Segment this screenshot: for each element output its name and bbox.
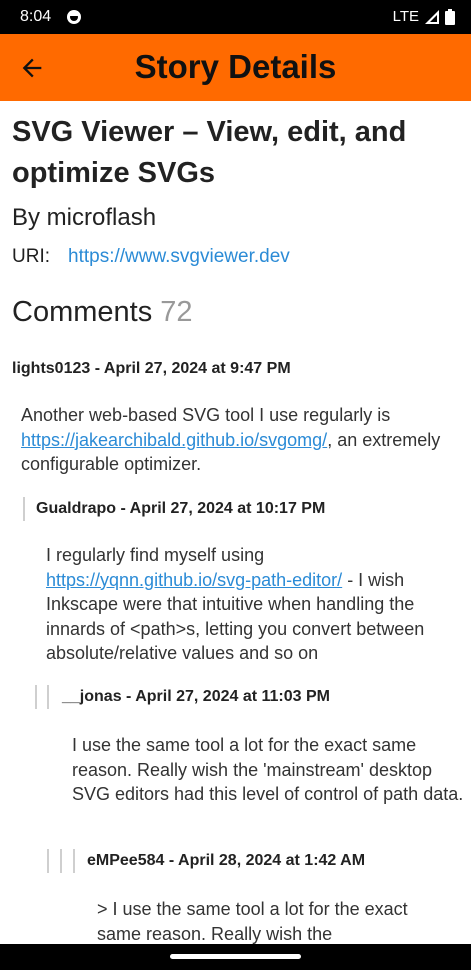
story-uri-link[interactable]: https://www.svgviewer.dev	[68, 246, 290, 268]
comment-link[interactable]: https://yqnn.github.io/svg-path-editor/	[46, 570, 342, 590]
status-bar: 8:04 LTE	[0, 0, 471, 34]
thread-indent-bar	[47, 849, 49, 873]
story-content: SVG Viewer – View, edit, and optimize SV…	[12, 112, 464, 329]
status-time: 8:04	[20, 8, 52, 25]
uri-row: URI: https://www.svgviewer.dev	[12, 246, 464, 268]
uri-label: URI:	[12, 246, 50, 267]
comments-count: 72	[160, 296, 193, 328]
thread-indent-bar	[60, 849, 62, 873]
comments-title: Comments	[12, 296, 153, 328]
signal-icon	[425, 9, 439, 24]
story-author: By microflash	[12, 204, 157, 231]
comment-body: I regularly find myself using https://yq…	[46, 545, 425, 663]
thread-indent-bar	[47, 685, 49, 709]
comment-link[interactable]: https://jakearchibald.github.io/svgomg/	[21, 430, 327, 450]
app-bar: Story Details	[0, 34, 471, 101]
comment-body: > I use the same tool a lot for the exac…	[97, 899, 408, 944]
network-type: LTE	[392, 8, 419, 25]
comment-header: Gualdrapo - April 27, 2024 at 10:17 PM	[36, 500, 326, 517]
app-notification-icon	[67, 10, 81, 24]
status-icons: LTE	[393, 8, 455, 25]
thread-indent-bar	[73, 849, 75, 873]
comment-body: Another web-based SVG tool I use regular…	[21, 405, 441, 474]
thread-indent-bar	[35, 685, 37, 709]
battery-icon	[445, 8, 455, 25]
home-gesture-handle[interactable]	[170, 954, 301, 959]
comment-body: I use the same tool a lot for the exact …	[72, 735, 464, 804]
story-title: SVG Viewer – View, edit, and optimize SV…	[12, 116, 407, 189]
comment-header: __jonas - April 27, 2024 at 11:03 PM	[62, 688, 330, 705]
comments-heading: Comments 72	[12, 296, 464, 329]
thread-indent-bar	[23, 497, 25, 521]
comment-header: eMPee584 - April 28, 2024 at 1:42 AM	[87, 852, 366, 869]
page-title: Story Details	[134, 48, 337, 85]
comment-header: lights0123 - April 27, 2024 at 9:47 PM	[12, 360, 291, 377]
